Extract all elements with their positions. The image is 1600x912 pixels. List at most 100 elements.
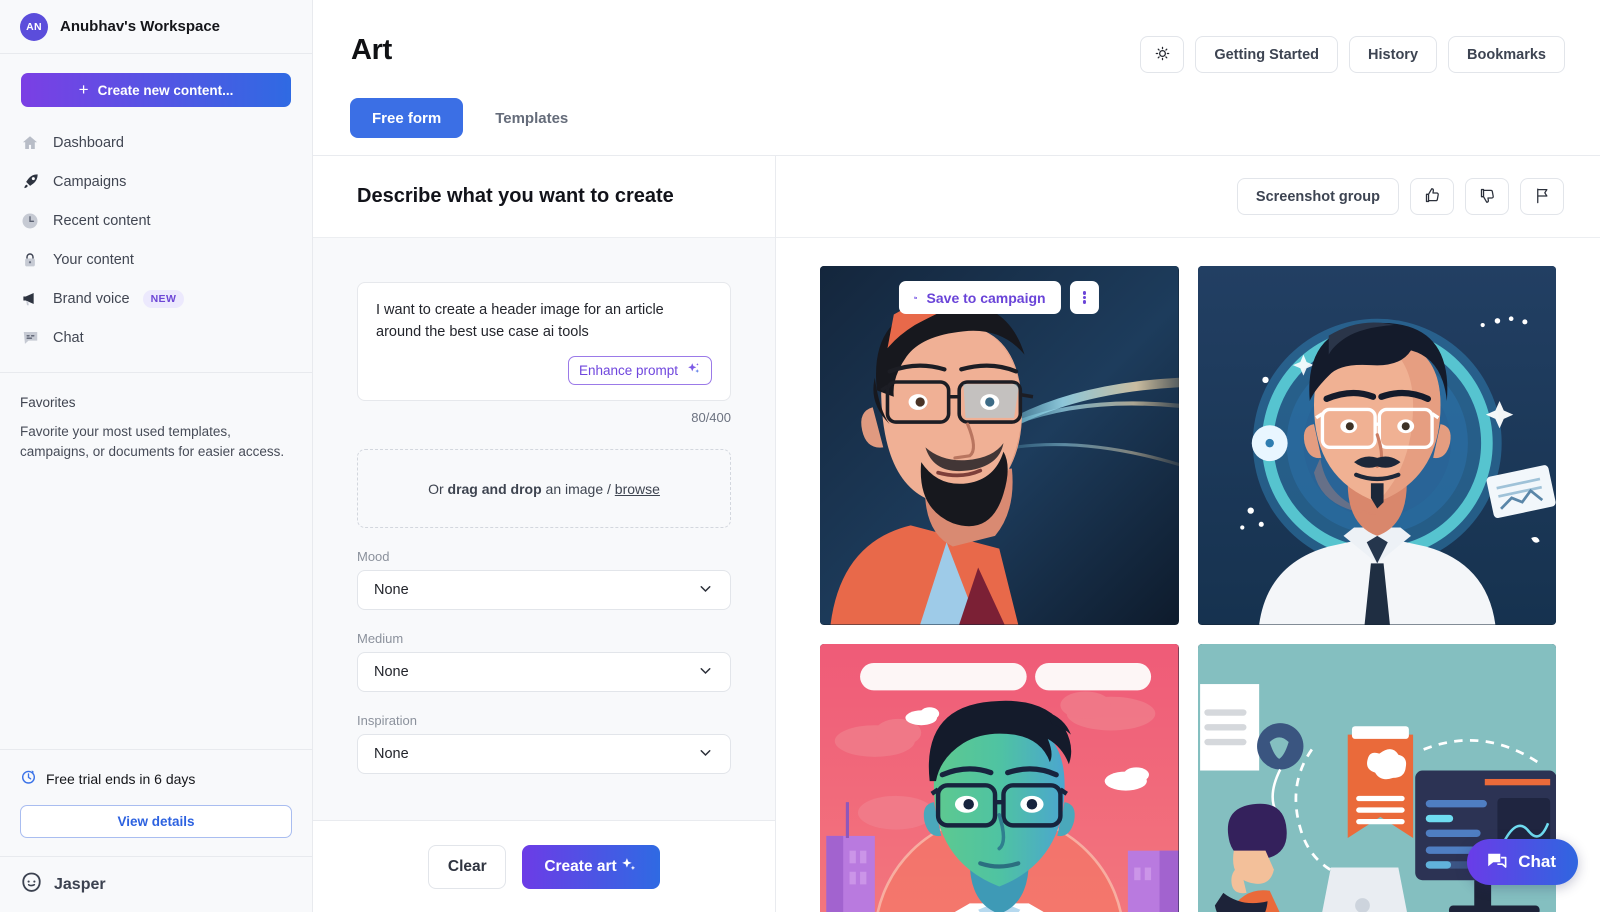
prompt-panel-title: Describe what you want to create [357,185,674,207]
brand-name: Jasper [54,875,106,893]
workspace-name: Anubhav's Workspace [60,18,221,35]
art-image-2 [1197,266,1556,625]
lock-icon [20,250,40,270]
tab-free-form[interactable]: Free form [350,98,464,138]
dropzone-middle: an image / [541,480,615,497]
thumbs-down-button[interactable] [1465,178,1509,215]
enhance-prompt-button[interactable]: Enhance prompt [567,355,712,385]
mode-tabs: Free form Templates [350,98,590,138]
sidebar-item-label: Chat [53,329,84,346]
favorites-title: Favorites [20,395,76,410]
favorites-description: Favorite your most used templates, campa… [20,424,285,459]
field-label: Mood [357,549,390,564]
plus-icon: + [78,79,89,99]
create-art-button[interactable]: Create art [522,844,660,889]
browse-link[interactable]: browse [615,481,660,497]
field-mood: Mood None [357,549,731,610]
medium-select[interactable]: None [357,652,731,692]
mood-select[interactable]: None [357,570,731,610]
getting-started-button[interactable]: Getting Started [1195,36,1339,73]
main-content: Art Free form Templates Getting Started … [313,0,1600,912]
save-to-campaign-label: Save to campaign [926,289,1046,306]
results-toolbar: Screenshot group [776,156,1600,238]
sidebar-item-label: Dashboard [53,134,124,151]
field-label: Inspiration [357,713,417,728]
bookmarks-button[interactable]: Bookmarks [1448,36,1565,73]
trial-section: Free trial ends in 6 days View details [0,749,312,838]
chat-widget-button[interactable]: Chat [1467,839,1578,885]
art-image-1 [820,266,1179,625]
results-panel: Screenshot group Save to campaign [776,156,1600,912]
inspiration-select[interactable]: None [357,734,731,774]
field-label: Medium [357,631,404,646]
thumbs-down-icon [1478,186,1497,208]
sidebar-item-label: Campaigns [53,173,127,190]
character-count: 80/400 [691,410,731,425]
sparkles-icon [686,361,701,379]
page-title: Art [351,34,392,66]
flag-button[interactable] [1520,178,1564,215]
prompt-panel-footer: Clear Create art [313,820,775,912]
create-new-content-label: Create new content... [97,82,234,98]
chat-widget-label: Chat [1518,852,1556,871]
app-root: AN Anubhav's Workspace + Create new cont… [0,0,1600,912]
field-inspiration: Inspiration None [357,713,731,774]
prompt-panel-scroll: I want to create a header image for an a… [313,238,775,820]
enhance-prompt-label: Enhance prompt [578,362,678,378]
field-medium: Medium None [357,631,731,692]
trial-text: Free trial ends in 6 days [46,771,196,787]
chat-bubble-icon [1485,849,1507,876]
tips-button[interactable] [1140,36,1185,73]
art-image-3 [820,643,1179,912]
image-dropzone[interactable]: Or drag and drop an image / browse [357,449,731,528]
history-button[interactable]: History [1349,36,1438,73]
prompt-input[interactable]: I want to create a header image for an a… [376,300,712,344]
dropzone-bold: drag and drop [447,480,542,497]
sidebar-nav: Dashboard Campaigns Recent content Your … [0,123,312,357]
sidebar-item-brand-voice[interactable]: Brand voice NEW [20,279,292,318]
save-to-campaign-button[interactable]: Save to campaign [899,281,1061,314]
results-grid-wrapper: Save to campaign [776,238,1600,912]
view-details-button[interactable]: View details [20,805,292,838]
sidebar-item-recent-content[interactable]: Recent content [20,201,292,240]
home-icon [20,133,40,153]
art-result-3[interactable] [820,643,1179,912]
prompt-panel-header: Describe what you want to create [313,156,775,238]
folder-plus-icon [914,296,918,299]
lightbulb-icon [1153,44,1172,66]
more-vertical-icon [1082,290,1087,305]
sparkles-icon [619,855,638,879]
art-result-1[interactable]: Save to campaign [820,266,1179,625]
enhance-row: Enhance prompt [376,355,712,385]
dropzone-prefix: Or [428,480,448,497]
prompt-input-box[interactable]: I want to create a header image for an a… [357,282,731,401]
trial-row: Free trial ends in 6 days [20,768,292,790]
create-new-content-button[interactable]: + Create new content... [21,73,291,107]
screenshot-group-button[interactable]: Screenshot group [1236,178,1399,215]
sidebar-item-dashboard[interactable]: Dashboard [20,123,292,162]
brand-footer[interactable]: Jasper [0,856,312,912]
sidebar-item-campaigns[interactable]: Campaigns [20,162,292,201]
medium-select-value: None [374,664,409,680]
sidebar-item-your-content[interactable]: Your content [20,240,292,279]
mood-select-value: None [374,582,409,598]
thumbs-up-button[interactable] [1410,178,1454,215]
workspace-header[interactable]: AN Anubhav's Workspace [0,0,312,54]
chat-bubble-icon [20,328,40,348]
rocket-icon [20,172,40,192]
sidebar-item-label: Recent content [53,212,151,229]
megaphone-icon [20,289,40,309]
chevron-down-icon [697,662,714,683]
art-result-2[interactable] [1197,266,1556,625]
avatar: AN [20,12,48,41]
jasper-logo-icon [20,871,43,899]
status-badge: NEW [142,289,185,308]
sidebar-item-chat[interactable]: Chat [20,318,292,357]
sidebar-item-label: Brand voice [53,290,130,307]
sidebar: AN Anubhav's Workspace + Create new cont… [0,0,313,912]
art-more-menu-button[interactable] [1069,281,1100,314]
tab-templates[interactable]: Templates [473,98,590,138]
clear-button[interactable]: Clear [428,844,507,889]
prompt-panel: Describe what you want to create I want … [313,156,776,912]
